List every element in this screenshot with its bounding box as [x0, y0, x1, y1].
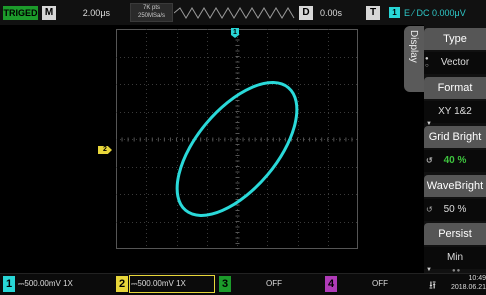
menu-persist-title[interactable]: Persist	[424, 223, 486, 245]
memory-depth: 7K pts	[142, 5, 160, 11]
radio-selected-icon: ●	[425, 56, 429, 62]
trigger-source-badge: 1	[389, 7, 400, 18]
ch2-scale[interactable]: ⎓500.00mV 1X	[131, 276, 186, 292]
menu-grid-bright-title[interactable]: Grid Bright	[424, 126, 486, 148]
delay-label[interactable]: D	[299, 6, 313, 20]
sample-rate: 250MSa/s	[137, 13, 165, 19]
menu-persist-value-text: Min	[446, 252, 464, 263]
trigger-settings[interactable]: E ⁄ DC 0.000μV	[404, 6, 466, 20]
graticule-grid	[116, 29, 358, 249]
clock-date: 2018.06.21	[450, 284, 486, 291]
menu-type-title[interactable]: Type	[424, 28, 486, 50]
ch4-badge[interactable]: 4	[325, 276, 337, 292]
menu-format-title[interactable]: Format	[424, 77, 486, 99]
menu-persist-value[interactable]: Min ▼	[424, 247, 486, 273]
trigger-label[interactable]: T	[366, 6, 380, 20]
acquisition-info: 7K pts 250MSa/s	[130, 3, 173, 22]
usb-icon: ⭿	[429, 280, 437, 292]
menu-wave-bright-value[interactable]: ↺ 50 %	[424, 199, 486, 221]
menu-grid-bright-value[interactable]: ↺ 40 %	[424, 150, 486, 172]
display-menu-tab[interactable]: Display	[404, 26, 424, 92]
menu-wave-bright-title[interactable]: WaveBright	[424, 175, 486, 197]
status-bar: TRIGED M 2.00μs 7K pts 250MSa/s D 0.00s …	[0, 0, 486, 25]
ch2-position-marker[interactable]: 2	[98, 146, 112, 154]
menu-wave-bright-value-text: 50 %	[443, 204, 467, 215]
ch2-badge[interactable]: 2	[116, 276, 128, 292]
knob-icon: ↺	[426, 156, 433, 165]
radio-unselected-icon: ○	[425, 63, 429, 69]
main-timebase-label[interactable]: M	[42, 6, 56, 20]
display-menu-tab-label: Display	[408, 30, 419, 63]
delay-value[interactable]: 0.00s	[320, 6, 342, 20]
ch1-scale[interactable]: ⎓500.00mV 1X	[18, 276, 73, 292]
ch4-status[interactable]: OFF	[372, 276, 388, 292]
knob-icon: ↺	[426, 205, 433, 214]
ch3-badge[interactable]: 3	[219, 276, 231, 292]
ch1-badge[interactable]: 1	[3, 276, 15, 292]
trigger-status-badge: TRIGED	[3, 6, 38, 20]
waveform-display	[116, 29, 358, 249]
clock-time: 10:49	[468, 275, 486, 282]
menu-type-value-text: Vector	[440, 57, 470, 68]
menu-format-value-text: XY 1&2	[438, 106, 472, 117]
menu-grid-bright-value-text: 40 %	[443, 155, 467, 166]
display-menu: Type ● ○ Vector Format XY 1&2 ▼ Grid Bri…	[424, 25, 486, 273]
timebase-value[interactable]: 2.00μs	[60, 6, 110, 20]
system-clock: 10:49 2018.06.21	[442, 274, 486, 292]
waveform-position-indicator	[174, 7, 295, 19]
menu-format-value[interactable]: XY 1&2 ▼	[424, 101, 486, 127]
menu-type-value[interactable]: ● ○ Vector	[424, 52, 486, 74]
ch3-status[interactable]: OFF	[266, 276, 282, 292]
